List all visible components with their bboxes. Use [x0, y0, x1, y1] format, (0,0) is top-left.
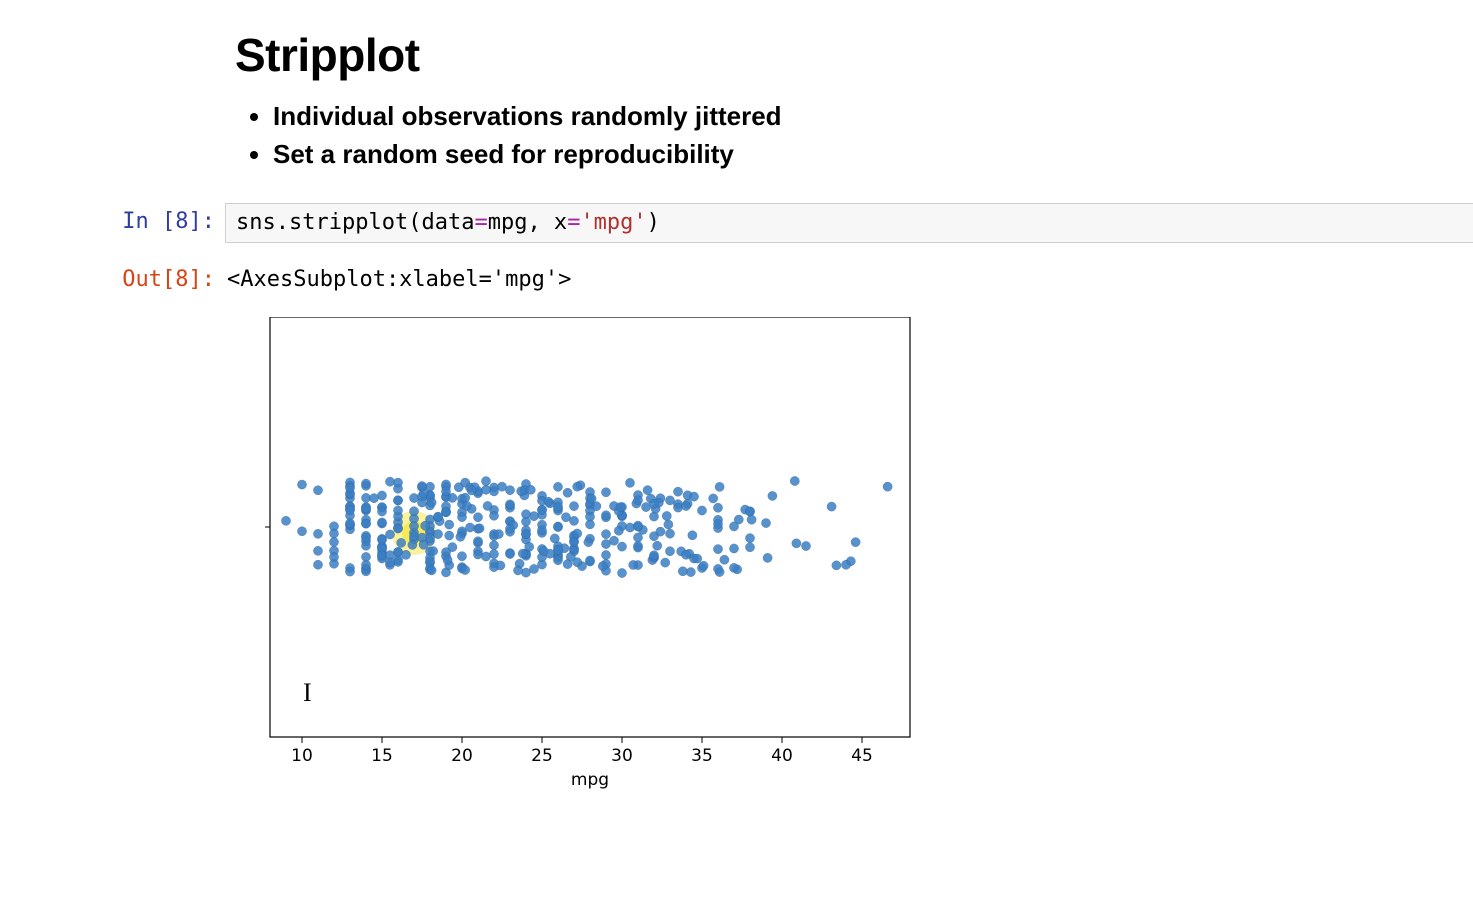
svg-text:20: 20 [451, 746, 473, 766]
svg-text:35: 35 [691, 746, 713, 766]
svg-text:mpg: mpg [571, 770, 609, 790]
input-cell: In [8]: sns.stripplot(data=mpg, x='mpg') [110, 203, 1473, 243]
page-title: Stripplot [235, 28, 1473, 82]
stripplot-chart: 10 15 20 25 30 35 40 45 mpg [260, 317, 940, 807]
code-input[interactable]: sns.stripplot(data=mpg, x='mpg') [225, 203, 1473, 243]
output-cell: Out[8]: <AxesSubplot:xlabel='mpg'> [110, 261, 1473, 299]
svg-text:15: 15 [371, 746, 393, 766]
in-prompt: In [8]: [110, 203, 225, 241]
svg-text:45: 45 [851, 746, 873, 766]
out-prompt: Out[8]: [110, 261, 225, 299]
output-text: <AxesSubplot:xlabel='mpg'> [225, 261, 1473, 299]
bullet-item: Set a random seed for reproducibility [273, 136, 1473, 174]
chart-output: 10 15 20 25 30 35 40 45 mpg [260, 317, 1473, 807]
svg-text:40: 40 [771, 746, 793, 766]
svg-text:25: 25 [531, 746, 553, 766]
bullet-item: Individual observations randomly jittere… [273, 98, 1473, 136]
bullet-list: Individual observations randomly jittere… [253, 98, 1473, 173]
svg-text:30: 30 [611, 746, 633, 766]
svg-text:10: 10 [291, 746, 313, 766]
